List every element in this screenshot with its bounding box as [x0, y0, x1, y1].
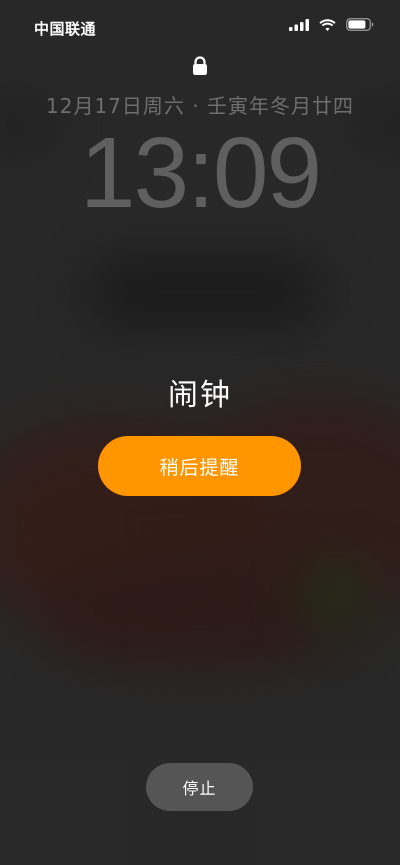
- snooze-button[interactable]: 稍后提醒: [98, 436, 301, 496]
- cellular-signal-icon: [289, 18, 309, 31]
- carrier-name: 中国联通: [34, 20, 97, 38]
- status-icons: [289, 18, 374, 31]
- status-bar: 中国联通: [0, 0, 400, 56]
- lock-screen-time: 13:09: [79, 117, 322, 229]
- lock-screen: 中国联通 12月17日周六 · 壬寅年冬月廿四 13:09 闹钟 稍后提醒 停止: [0, 0, 400, 865]
- stop-button-label: 停止: [182, 779, 217, 798]
- battery-icon: [346, 18, 374, 31]
- snooze-button-label: 稍后提醒: [159, 456, 240, 479]
- stop-button[interactable]: 停止: [146, 763, 253, 811]
- lock-icon: [193, 56, 207, 75]
- alarm-title: 闹钟: [168, 378, 232, 413]
- wifi-icon: [319, 18, 336, 31]
- lock-screen-date: 12月17日周六 · 壬寅年冬月廿四: [46, 94, 354, 118]
